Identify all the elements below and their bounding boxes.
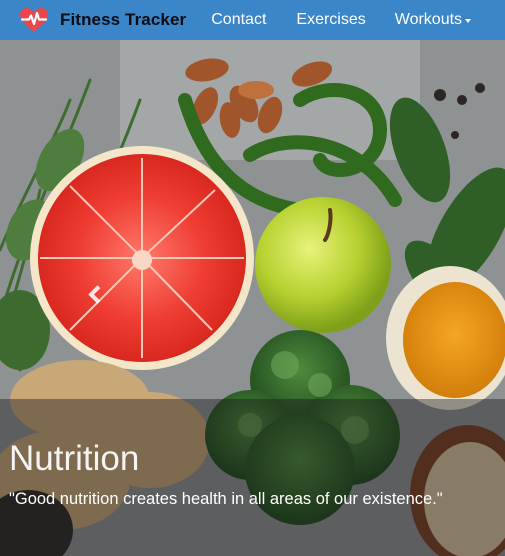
slide-caption-quote: "Good nutrition creates health in all ar… <box>9 490 443 508</box>
nav-link-label: Contact <box>211 11 267 28</box>
brand-title: Fitness Tracker <box>60 10 187 29</box>
slide-caption-title: Nutrition <box>9 439 140 478</box>
heartbeat-icon <box>20 8 48 32</box>
navbar: Fitness Tracker Contact Exercises Workou… <box>0 0 505 40</box>
hero-carousel: Nutrition "Good nutrition creates health… <box>0 40 505 556</box>
nav-link-contact[interactable]: Contact <box>211 0 266 40</box>
caret-down-icon <box>465 19 472 23</box>
chevron-left-icon <box>87 284 107 304</box>
brand-link[interactable]: Fitness Tracker <box>0 0 186 40</box>
nav-link-label: Workouts <box>394 11 463 28</box>
carousel-prev-button[interactable] <box>72 272 116 316</box>
nav-link-exercises[interactable]: Exercises <box>296 0 365 40</box>
nav-links: Contact Exercises Workouts <box>211 0 472 40</box>
nav-link-label: Exercises <box>296 11 366 28</box>
nav-dropdown-workouts[interactable]: Workouts <box>394 0 472 40</box>
